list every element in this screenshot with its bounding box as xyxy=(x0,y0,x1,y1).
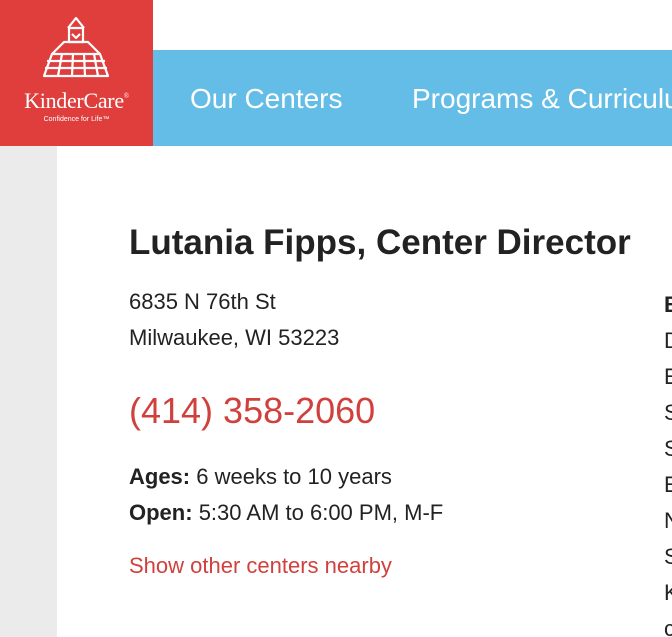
nav-programs-curriculum[interactable]: Programs & Curriculum xyxy=(412,83,672,115)
show-nearby-centers-link[interactable]: Show other centers nearby xyxy=(129,552,392,580)
right-column-item: S xyxy=(664,544,672,569)
right-column-item: S xyxy=(664,400,672,425)
main-nav: Our Centers Programs & Curriculum xyxy=(153,50,672,146)
right-column-item: E xyxy=(664,472,672,497)
kindercare-logo[interactable]: KinderCare® Confidence for Life™ xyxy=(0,0,153,146)
right-column-item: c xyxy=(664,616,672,637)
schoolhouse-icon xyxy=(42,16,110,78)
center-detail-panel: Lutania Fipps, Center Director 6835 N 76… xyxy=(57,146,672,637)
page-title: Lutania Fipps, Center Director xyxy=(129,223,631,262)
right-column-item: S xyxy=(664,436,672,461)
right-column-item: N xyxy=(664,508,672,533)
right-column-item: K xyxy=(664,580,672,605)
phone-link[interactable]: (414) 358-2060 xyxy=(129,390,375,432)
right-column-heading: B xyxy=(664,292,672,317)
ages-row: Ages: 6 weeks to 10 years xyxy=(129,463,392,491)
brand-tagline: Confidence for Life™ xyxy=(43,116,110,123)
right-column-clipped: B D E S S E N S K c xyxy=(664,287,672,637)
ages-label: Ages: xyxy=(129,464,191,489)
nav-our-centers[interactable]: Our Centers xyxy=(190,83,343,115)
open-value: 5:30 AM to 6:00 PM, M-F xyxy=(198,500,444,525)
address-line-2: Milwaukee, WI 53223 xyxy=(129,325,340,350)
open-label: Open: xyxy=(129,500,193,525)
right-column-item: D xyxy=(664,328,672,353)
right-column-item: E xyxy=(664,364,672,389)
header-top-strip xyxy=(153,0,672,50)
address-line-1: 6835 N 76th St xyxy=(129,289,276,314)
hours-row: Open: 5:30 AM to 6:00 PM, M-F xyxy=(129,499,443,527)
ages-value: 6 weeks to 10 years xyxy=(196,464,392,489)
brand-name: KinderCare® xyxy=(24,88,129,113)
